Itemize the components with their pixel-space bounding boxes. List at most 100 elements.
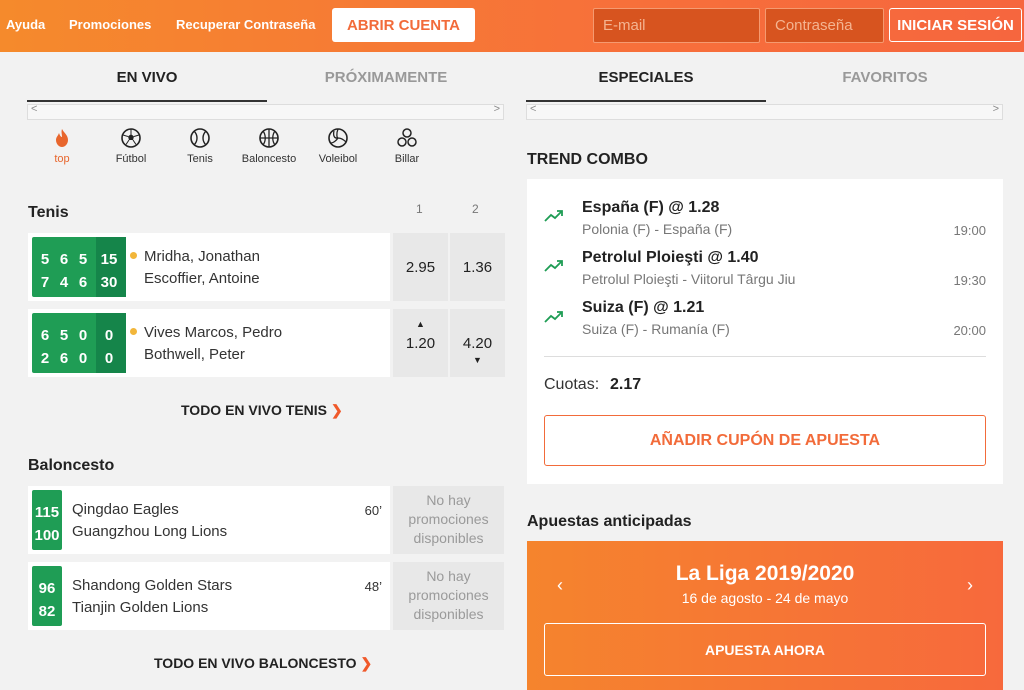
sports-scrollbar[interactable]: < > [27, 103, 504, 120]
trending-up-icon [544, 259, 564, 275]
score-cell: 5 [78, 251, 88, 268]
add-coupon-button[interactable]: AÑADIR CUPÓN DE APUESTA [544, 415, 986, 466]
score-cell: 96 [38, 580, 56, 597]
odd-up-icon: ▲ [416, 319, 425, 329]
score-cell: 6 [78, 274, 88, 291]
team-2-name: Guangzhou Long Lions [72, 523, 228, 540]
serve-indicator [130, 328, 137, 335]
open-account-button[interactable]: ABRIR CUENTA [332, 8, 475, 42]
trend-time: 19:30 [953, 273, 986, 288]
score-cell: 5 [40, 251, 50, 268]
all-live-tennis-link[interactable]: TODO EN VIVO TENIS ❯ [181, 402, 343, 419]
score-cell: 100 [34, 527, 60, 544]
trend-match: Suiza (F) - Rumanía (F) [582, 321, 730, 337]
score-cell: 15 [100, 251, 118, 268]
sport-basketball[interactable]: Baloncesto [239, 128, 299, 165]
all-live-basketball-link[interactable]: TODO EN VIVO BALONCESTO ❯ [154, 655, 372, 672]
sport-billiards[interactable]: Billar [377, 128, 437, 165]
basketball-match-row[interactable]: 96 82 Shandong Golden Stars Tianjin Gold… [28, 562, 390, 630]
scroll-right-icon[interactable]: > [494, 103, 500, 115]
tennis-section-title: Tenis [28, 204, 69, 221]
score-cell: 0 [78, 350, 88, 367]
score-cell: 4 [59, 274, 69, 291]
odds-column-1-header: 1 [416, 202, 423, 216]
billiards-icon [377, 128, 437, 150]
scoreboard: 6 5 0 0 2 6 0 0 [32, 313, 126, 373]
promotions-link[interactable]: Promociones [69, 17, 151, 32]
serve-indicator [130, 252, 137, 259]
scoreboard: 96 82 [32, 566, 62, 626]
scoreboard: 115 100 [32, 490, 62, 550]
tab-favorites[interactable]: FAVORITOS [765, 69, 1005, 86]
odd-button-1[interactable]: ▲ 1.20 [393, 309, 448, 377]
sport-label: Baloncesto [241, 153, 297, 165]
sport-label: Billar [394, 153, 420, 165]
odd-button-1[interactable]: 2.95 [393, 233, 448, 301]
basketball-icon [239, 128, 299, 150]
tennis-match-row[interactable]: 6 5 0 0 2 6 0 0 Vives Marcos, Pedro Both… [28, 309, 390, 377]
sport-football[interactable]: Fútbol [101, 128, 161, 165]
tab-specials-underline [526, 100, 766, 102]
early-bets-title: Apuestas anticipadas [527, 513, 692, 530]
password-field[interactable]: Contraseña [765, 8, 884, 43]
divider [544, 356, 986, 357]
player-2-name: Escoffier, Antoine [144, 270, 260, 287]
trend-match: Petrolul Ploieşti - Viitorul Târgu Jiu [582, 271, 796, 287]
tab-live[interactable]: EN VIVO [27, 69, 267, 86]
trend-time: 20:00 [953, 323, 986, 338]
league-dates: 16 de agosto - 24 de mayo [681, 590, 849, 606]
player-2-name: Bothwell, Peter [144, 346, 245, 363]
total-odds-label: Cuotas: [544, 376, 600, 393]
score-cell: 7 [40, 274, 50, 291]
odd-button-2[interactable]: 1.36 [450, 233, 505, 301]
match-minute: 60’ [364, 503, 382, 518]
score-cell: 0 [104, 327, 114, 344]
tab-upcoming[interactable]: PRÓXIMAMENTE [266, 69, 506, 86]
help-link[interactable]: Ayuda [6, 17, 45, 32]
basketball-section-title: Baloncesto [28, 457, 115, 474]
flame-icon [32, 128, 92, 150]
tennis-ball-icon [170, 128, 230, 150]
basketball-match-row[interactable]: 115 100 Qingdao Eagles Guangzhou Long Li… [28, 486, 390, 554]
score-cell: 0 [78, 327, 88, 344]
trend-selection[interactable]: Petrolul Ploieşti @ 1.40 [582, 249, 759, 267]
tab-specials[interactable]: ESPECIALES [526, 69, 766, 86]
soccer-ball-icon [101, 128, 161, 150]
scroll-right-icon[interactable]: > [993, 103, 999, 115]
league-title: La Liga 2019/2020 [675, 562, 855, 585]
trending-up-icon [544, 310, 564, 326]
chevron-right-icon: ❯ [331, 402, 343, 418]
email-field[interactable]: E-mail [593, 8, 760, 43]
recover-password-link[interactable]: Recuperar Contraseña [176, 17, 315, 32]
player-1-name: Vives Marcos, Pedro [144, 324, 283, 341]
score-cell: 30 [100, 274, 118, 291]
score-cell: 115 [34, 504, 60, 521]
odd-down-icon: ▼ [473, 355, 482, 365]
odd-button-2[interactable]: 4.20 ▼ [450, 309, 505, 377]
sport-top[interactable]: top [32, 128, 92, 165]
odd-value: 1.20 [405, 334, 436, 352]
odds-column-2-header: 2 [472, 202, 479, 216]
scoreboard: 5 6 5 15 7 4 6 30 [32, 237, 126, 297]
scroll-left-icon[interactable]: < [530, 103, 536, 115]
team-2-name: Tianjin Golden Lions [72, 599, 209, 616]
odd-value: 4.20 [462, 334, 493, 352]
total-odds-value: 2.17 [610, 376, 642, 393]
team-1-name: Qingdao Eagles [72, 501, 179, 518]
tennis-match-row[interactable]: 5 6 5 15 7 4 6 30 Mridha, Jonathan Escof… [28, 233, 390, 301]
sport-label: top [54, 153, 70, 165]
score-cell: 6 [40, 327, 50, 344]
score-cell: 0 [104, 350, 114, 367]
bet-now-button[interactable]: APUESTA AHORA [544, 623, 986, 676]
sport-tennis[interactable]: Tenis [170, 128, 230, 165]
score-cell: 82 [38, 603, 56, 620]
sport-volleyball[interactable]: Voleibol [308, 128, 368, 165]
login-button[interactable]: INICIAR SESIÓN [889, 8, 1022, 42]
trend-selection[interactable]: España (F) @ 1.28 [582, 199, 719, 217]
player-1-name: Mridha, Jonathan [144, 248, 260, 265]
trend-selection[interactable]: Suiza (F) @ 1.21 [582, 299, 704, 317]
no-promotions-box: No hay promociones disponibles [393, 562, 504, 630]
scroll-left-icon[interactable]: < [31, 103, 37, 115]
specials-scrollbar[interactable]: < > [526, 103, 1003, 120]
match-minute: 48’ [364, 579, 382, 594]
